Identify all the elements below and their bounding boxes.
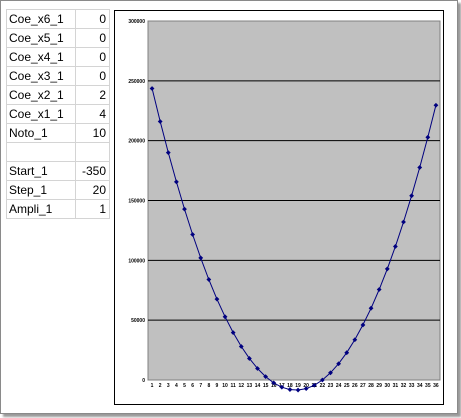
x-tick-label: 12 — [238, 383, 244, 389]
param-value-cell[interactable]: 0 — [74, 47, 111, 67]
param-value-cell[interactable]: -350 — [74, 161, 111, 181]
y-tick-label: 0 — [142, 378, 145, 384]
window-frame: Coe_x6_1 0 Coe_x5_1 0 Coe_x4_1 0 Coe_x3_1 0 Coe_… — [0, 0, 458, 414]
x-tick-label: 13 — [247, 383, 253, 389]
param-name-cell[interactable]: Coe_x6_1 — [6, 9, 76, 29]
x-tick-label: 3 — [167, 383, 170, 389]
chart-svg: 050000100000150000200000250000300000 123… — [128, 19, 441, 393]
x-tick-label: 26 — [352, 383, 358, 389]
x-tick-label: 2 — [159, 383, 162, 389]
x-tick-label: 30 — [384, 383, 390, 389]
x-tick-label: 22 — [320, 383, 326, 389]
x-tick-label: 29 — [376, 383, 382, 389]
param-row: Ampli_1 1 — [6, 199, 111, 219]
param-row: Start_1 -350 — [6, 161, 111, 181]
x-tick-label: 8 — [207, 383, 210, 389]
x-tick-label: 15 — [263, 383, 269, 389]
param-row: Coe_x2_1 2 — [6, 85, 111, 105]
x-tick-label: 34 — [417, 383, 423, 389]
param-name-cell[interactable]: Coe_x3_1 — [6, 66, 76, 86]
param-value-cell[interactable]: 0 — [74, 9, 111, 29]
param-value-cell[interactable]: 0 — [74, 66, 111, 86]
param-name-cell[interactable]: Coe_x2_1 — [6, 85, 76, 105]
param-row: Noto_1 10 — [6, 123, 111, 143]
parameter-table: Coe_x6_1 0 Coe_x5_1 0 Coe_x4_1 0 Coe_x3_1 0 Coe_… — [6, 9, 111, 219]
x-tick-label: 25 — [344, 383, 350, 389]
param-name-cell[interactable]: Coe_x1_1 — [6, 104, 76, 124]
param-row: Coe_x6_1 0 — [6, 9, 111, 29]
param-row: Coe_x3_1 0 — [6, 66, 111, 86]
param-value-cell[interactable] — [74, 142, 111, 162]
y-tick-label: 200000 — [128, 139, 145, 145]
param-value-cell[interactable]: 4 — [74, 104, 111, 124]
x-tick-label: 36 — [433, 383, 439, 389]
x-tick-label: 32 — [401, 383, 407, 389]
x-tick-label: 28 — [368, 383, 374, 389]
param-row: Coe_x1_1 4 — [6, 104, 111, 124]
x-tick-label: 31 — [393, 383, 399, 389]
y-tick-label: 150000 — [128, 199, 145, 205]
param-value-cell[interactable]: 2 — [74, 85, 111, 105]
chart-area: 0 50000 100000 150000 200000 250000 300000 123… — [114, 10, 444, 405]
x-tick-label: 27 — [360, 383, 366, 389]
y-tick-label: 250000 — [128, 79, 145, 85]
param-name-cell[interactable]: Start_1 — [6, 161, 76, 181]
x-tick-label: 10 — [222, 383, 228, 389]
y-tick-label: 50000 — [131, 318, 145, 324]
x-tick-label: 23 — [328, 383, 334, 389]
param-value-cell[interactable]: 0 — [74, 28, 111, 48]
param-row — [6, 142, 111, 162]
param-name-cell[interactable]: Ampli_1 — [6, 199, 76, 219]
x-tick-label: 4 — [175, 383, 178, 389]
x-tick-label: 33 — [409, 383, 415, 389]
x-tick-label: 6 — [191, 383, 194, 389]
param-name-cell[interactable]: Step_1 — [6, 180, 76, 200]
x-tick-label: 7 — [199, 383, 202, 389]
x-tick-label: 9 — [216, 383, 219, 389]
x-tick-label: 35 — [425, 383, 431, 389]
param-name-cell[interactable]: Noto_1 — [6, 123, 76, 143]
param-row: Step_1 20 — [6, 180, 111, 200]
param-value-cell[interactable]: 10 — [74, 123, 111, 143]
x-tick-label: 1 — [151, 383, 154, 389]
y-tick-label: 300000 — [128, 19, 145, 25]
x-tick-label: 5 — [183, 383, 186, 389]
param-row: Coe_x5_1 0 — [6, 28, 111, 48]
x-tick-label: 24 — [336, 383, 342, 389]
param-name-cell[interactable] — [6, 142, 76, 162]
x-tick-label: 14 — [255, 383, 261, 389]
param-name-cell[interactable]: Coe_x4_1 — [6, 47, 76, 67]
y-tick-label: 100000 — [128, 258, 145, 264]
param-name-cell[interactable]: Coe_x5_1 — [6, 28, 76, 48]
param-value-cell[interactable]: 1 — [74, 199, 111, 219]
x-tick-label: 11 — [231, 383, 237, 389]
param-row: Coe_x4_1 0 — [6, 47, 111, 67]
param-value-cell[interactable]: 20 — [74, 180, 111, 200]
